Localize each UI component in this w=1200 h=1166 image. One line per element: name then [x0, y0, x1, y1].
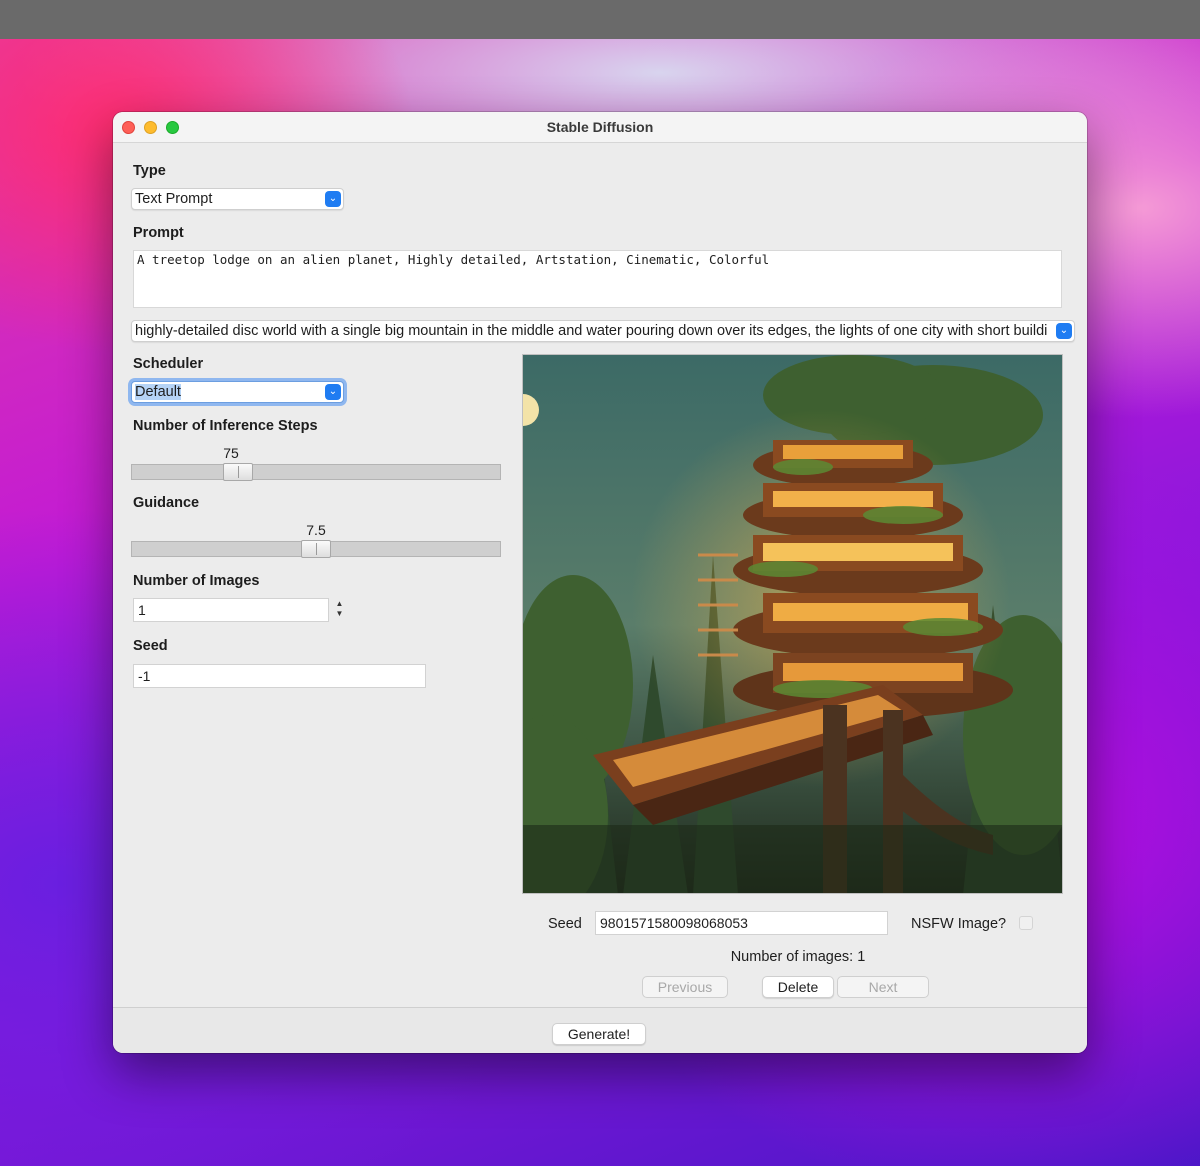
generated-image: [522, 354, 1063, 894]
type-select-value: Text Prompt: [135, 191, 213, 207]
type-select[interactable]: Text Prompt ⌄: [131, 188, 344, 210]
steps-label: Number of Inference Steps: [133, 418, 318, 434]
guidance-slider[interactable]: [131, 540, 501, 558]
prompt-textarea[interactable]: A treetop lodge on an alien planet, High…: [133, 250, 1062, 308]
chevron-down-icon: ⌄: [325, 191, 341, 207]
scheduler-select-value: Default: [135, 384, 181, 400]
num-images-label: Number of Images: [133, 573, 260, 589]
scheduler-select[interactable]: Default ⌄: [131, 381, 344, 403]
previous-button[interactable]: Previous: [642, 976, 728, 998]
window-controls: [122, 121, 179, 134]
chevron-down-icon: ⌄: [1056, 323, 1072, 339]
prompt-label: Prompt: [133, 225, 184, 241]
nsfw-checkbox[interactable]: [1019, 916, 1033, 930]
minimize-window-button[interactable]: [144, 121, 157, 134]
steps-slider-thumb[interactable]: [223, 463, 253, 481]
num-images-input[interactable]: 1: [133, 598, 329, 622]
type-label: Type: [133, 163, 166, 179]
chevron-down-icon: ⌄: [325, 384, 341, 400]
maximize-window-button[interactable]: [166, 121, 179, 134]
treetop-lodge-image: [523, 355, 1062, 893]
window-title: Stable Diffusion: [546, 119, 654, 135]
prompt-history-value: highly-detailed disc world with a single…: [135, 323, 1048, 339]
close-window-button[interactable]: [122, 121, 135, 134]
result-seed-field[interactable]: 9801571580098068053: [595, 911, 888, 935]
steps-value: 75: [223, 445, 239, 461]
generate-button[interactable]: Generate!: [552, 1023, 646, 1045]
prompt-history-select[interactable]: highly-detailed disc world with a single…: [131, 320, 1075, 342]
images-count-text: Number of images: 1: [730, 949, 866, 965]
num-images-stepper[interactable]: ▲ ▼: [333, 599, 346, 621]
guidance-label: Guidance: [133, 495, 200, 511]
chevron-down-icon[interactable]: ▼: [333, 609, 346, 619]
result-seed-label: Seed: [548, 916, 582, 932]
app-window: Stable Diffusion Type Text Prompt ⌄ Prom…: [113, 112, 1087, 1053]
delete-button[interactable]: Delete: [762, 976, 834, 998]
chevron-up-icon[interactable]: ▲: [333, 599, 346, 609]
scheduler-label: Scheduler: [133, 356, 204, 372]
seed-label: Seed: [133, 638, 168, 654]
steps-slider[interactable]: [131, 463, 501, 481]
guidance-slider-thumb[interactable]: [301, 540, 331, 558]
nsfw-label: NSFW Image?: [911, 916, 1007, 932]
guidance-value: 7.5: [306, 522, 326, 538]
seed-input[interactable]: -1: [133, 664, 426, 688]
next-button[interactable]: Next: [837, 976, 929, 998]
title-bar: Stable Diffusion: [113, 112, 1087, 143]
